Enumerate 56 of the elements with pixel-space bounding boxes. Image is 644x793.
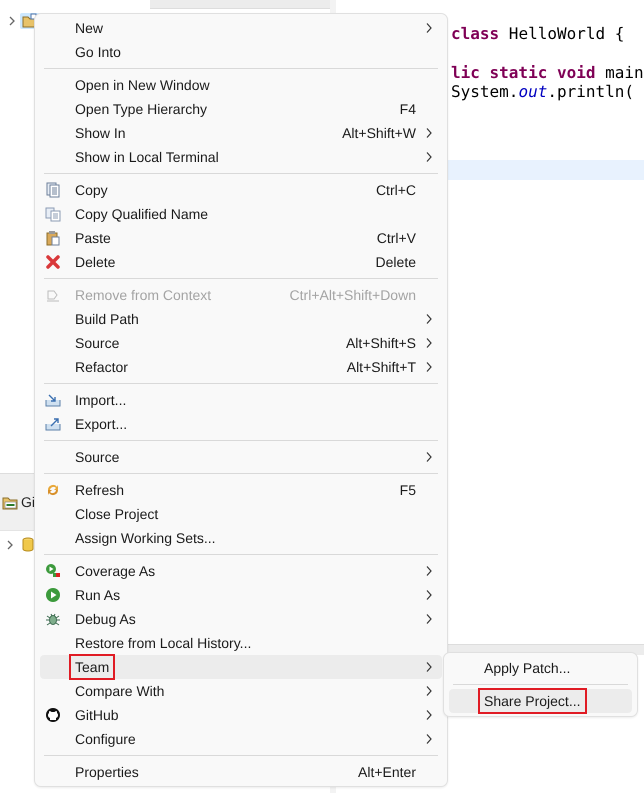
menu-item[interactable]: Share Project... xyxy=(449,689,632,713)
menu-item[interactable]: Coverage As xyxy=(40,559,442,583)
menu-item[interactable]: Open Type Hierarchy F4 xyxy=(40,97,442,121)
menu-item[interactable]: Go Into xyxy=(40,40,442,64)
menu-item[interactable]: Assign Working Sets... xyxy=(40,526,442,550)
view-tab-title[interactable]: Gi xyxy=(21,494,35,510)
menu-item[interactable]: Properties Alt+Enter xyxy=(40,760,442,784)
shortcut-label: Alt+Shift+S xyxy=(346,335,416,351)
menu-item[interactable]: Open in New Window xyxy=(40,73,442,97)
paste-icon xyxy=(45,230,61,246)
shortcut-label: F5 xyxy=(400,482,416,498)
menu-item[interactable]: Export... xyxy=(40,412,442,436)
copy-icon xyxy=(45,182,61,198)
menu-item[interactable]: Source Alt+Shift+S xyxy=(40,331,442,355)
menu-item[interactable]: Copy Ctrl+C xyxy=(40,178,442,202)
menu-item[interactable]: Import... xyxy=(40,388,442,412)
shortcut-label: Delete xyxy=(376,254,416,270)
menu-item[interactable]: Apply Patch... xyxy=(449,656,632,680)
delete-icon xyxy=(45,254,61,270)
shortcut-label: Alt+Shift+W xyxy=(342,125,416,141)
run-icon xyxy=(45,587,61,603)
repository-icon xyxy=(22,537,34,552)
code-line: lic static void main xyxy=(451,62,644,82)
shortcut-label: Ctrl+Alt+Shift+Down xyxy=(290,287,416,303)
github-icon xyxy=(45,707,61,723)
shortcut-label: Alt+Shift+T xyxy=(346,359,416,375)
shortcut-label: Ctrl+C xyxy=(376,182,416,198)
menu-item[interactable]: Configure xyxy=(40,727,442,751)
menu-item[interactable]: GitHub xyxy=(40,703,442,727)
menu-item[interactable]: Delete Delete xyxy=(40,250,442,274)
menu-item[interactable]: Paste Ctrl+V xyxy=(40,226,442,250)
copy-icon xyxy=(45,206,61,222)
refresh-icon xyxy=(45,482,61,498)
bug-icon xyxy=(45,611,61,627)
code-line: System.out.println( xyxy=(451,82,634,102)
menu-item[interactable]: Compare With xyxy=(40,679,442,703)
menu-item[interactable]: Source xyxy=(40,445,442,469)
coverage-icon xyxy=(45,563,61,579)
menu-item[interactable]: Refresh F5 xyxy=(40,478,442,502)
import-icon xyxy=(45,392,61,408)
menu-item[interactable]: Run As xyxy=(40,583,442,607)
menu-item[interactable]: Refactor Alt+Shift+T xyxy=(40,355,442,379)
menu-item[interactable]: Copy Qualified Name xyxy=(40,202,442,226)
shortcut-label: Alt+Enter xyxy=(358,764,416,780)
menu-item[interactable]: Show in Local Terminal xyxy=(40,145,442,169)
export-icon xyxy=(45,416,61,432)
shortcut-label: Ctrl+V xyxy=(376,230,416,246)
menu-item[interactable]: Team xyxy=(40,655,442,679)
menu-item[interactable]: Build Path xyxy=(40,307,442,331)
menu-item[interactable]: Debug As xyxy=(40,607,442,631)
shortcut-label: F4 xyxy=(400,101,416,117)
code-line: class HelloWorld { xyxy=(451,24,624,43)
menu-item[interactable]: New xyxy=(40,16,442,40)
menu-item[interactable]: Restore from Local History... xyxy=(40,631,442,655)
menu-item[interactable]: Close Project xyxy=(40,502,442,526)
menu-item[interactable]: Show In Alt+Shift+W xyxy=(40,121,442,145)
